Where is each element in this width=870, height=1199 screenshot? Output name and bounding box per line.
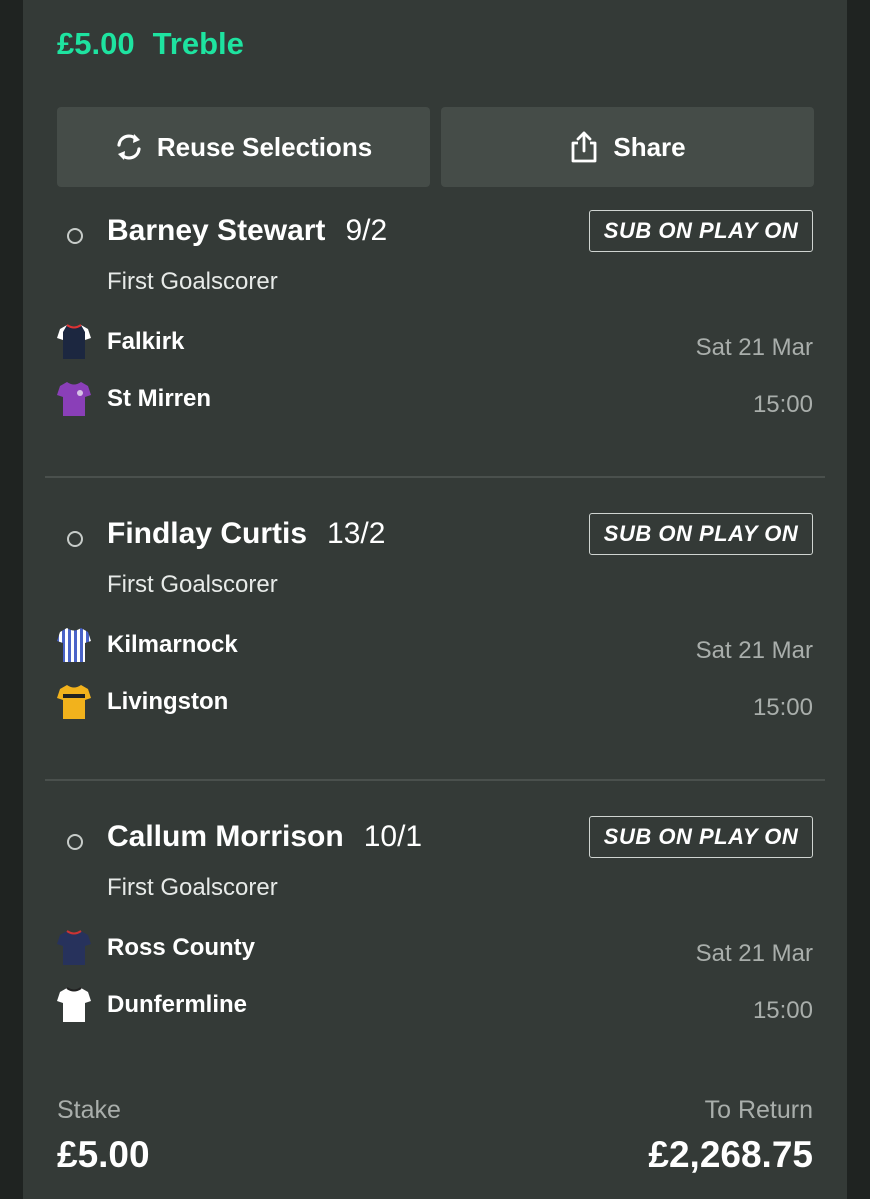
player-name: Findlay Curtis 13/2 [107, 517, 386, 550]
share-button[interactable]: Share [441, 107, 814, 187]
selection-odds: 10/1 [363, 820, 423, 853]
bet-type: Treble [152, 26, 244, 61]
event-time: 15:00 [752, 694, 813, 721]
bet-stake-amount: £5.00 [57, 26, 135, 61]
radio-icon[interactable] [67, 228, 83, 244]
reuse-selections-button[interactable]: Reuse Selections [57, 107, 430, 187]
market-name: First Goalscorer [107, 268, 278, 295]
event-date: Sat 21 Mar [695, 940, 813, 967]
away-team-name: Livingston [107, 688, 229, 715]
away-team: Livingston [56, 682, 228, 722]
radio-icon[interactable] [67, 531, 83, 547]
away-team-name: Dunfermline [107, 991, 248, 1018]
market-name: First Goalscorer [107, 571, 278, 598]
stake-value: £5.00 [57, 1134, 150, 1175]
bet-header: £5.00 Treble [57, 26, 244, 62]
home-team: Kilmarnock [56, 625, 238, 665]
home-team: Falkirk [56, 322, 184, 362]
event-date: Sat 21 Mar [695, 334, 813, 361]
team-kit-icon [57, 382, 91, 416]
team-kit-icon [57, 685, 91, 719]
market-name: First Goalscorer [107, 874, 278, 901]
away-team: St Mirren [56, 379, 211, 419]
team-kit-icon [57, 628, 91, 662]
team-kit-icon [57, 324, 91, 359]
home-team-name: Ross County [107, 934, 256, 961]
event-time: 15:00 [752, 391, 813, 418]
home-team-name: Kilmarnock [107, 631, 238, 658]
home-team: Ross County [56, 928, 255, 968]
return-label: To Return [704, 1096, 813, 1124]
team-kit-icon [57, 930, 91, 965]
sub-on-play-on-badge: SUB ON PLAY ON [589, 513, 813, 555]
selection-divider [45, 779, 825, 781]
home-team-name: Falkirk [107, 328, 185, 355]
away-team-name: St Mirren [107, 385, 212, 412]
player-name: Callum Morrison 10/1 [107, 820, 423, 853]
sub-on-play-on-badge: SUB ON PLAY ON [589, 816, 813, 858]
selection-odds: 9/2 [345, 214, 388, 247]
refresh-icon [117, 134, 141, 160]
radio-icon[interactable] [67, 834, 83, 850]
event-date: Sat 21 Mar [695, 637, 813, 664]
return-value: £2,268.75 [648, 1134, 813, 1175]
event-time: 15:00 [752, 997, 813, 1024]
share-label: Share [613, 131, 686, 162]
away-team: Dunfermline [56, 985, 247, 1025]
team-kit-icon [57, 987, 91, 1022]
share-icon [571, 131, 597, 163]
reuse-selections-label: Reuse Selections [156, 131, 373, 162]
sub-on-play-on-badge: SUB ON PLAY ON [589, 210, 813, 252]
player-name: Barney Stewart 9/2 [107, 214, 388, 247]
stake-label: Stake [57, 1096, 121, 1124]
selection-odds: 13/2 [327, 517, 386, 550]
selection-divider [45, 476, 825, 478]
